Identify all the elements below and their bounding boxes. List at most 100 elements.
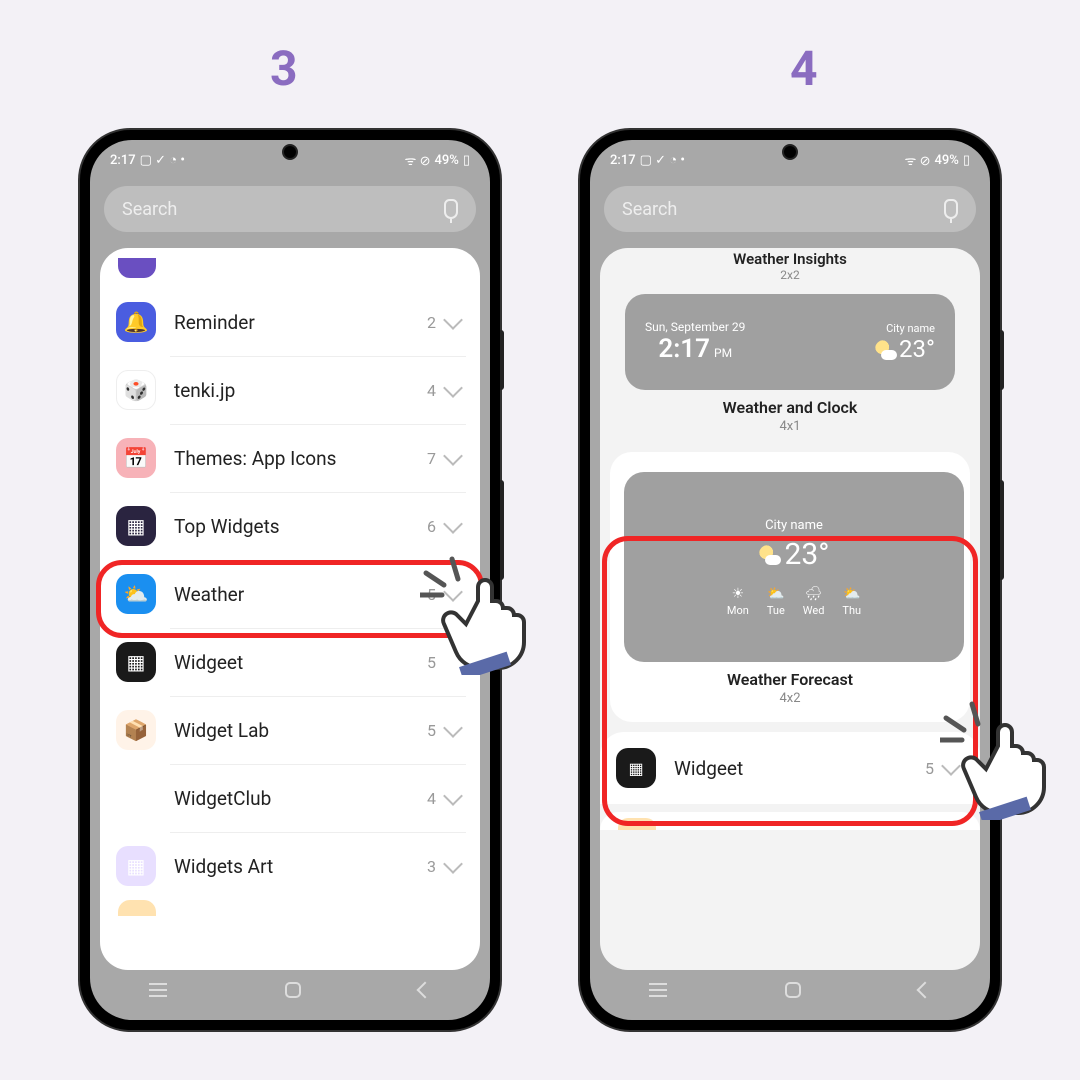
status-signal-icons: ᯤ ⊘ (404, 151, 430, 169)
row-count: 5 (427, 721, 436, 740)
list-item-widgets-art[interactable]: ▦ Widgets Art3 (100, 832, 480, 900)
chevron-down-icon (443, 378, 463, 398)
app-icon: 🔔 (116, 302, 156, 342)
tap-gesture-icon (940, 700, 1060, 820)
widget-preview-clock: Sun, September 29 2:17 PM City name 23° (625, 294, 955, 390)
chevron-down-icon (443, 718, 463, 738)
widget-weather-and-clock[interactable]: Sun, September 29 2:17PM City name 23° W… (600, 282, 980, 448)
mic-icon[interactable] (944, 199, 958, 219)
row-label: tenki.jp (174, 379, 427, 402)
chevron-down-icon (443, 514, 463, 534)
app-icon: ▦ (116, 642, 156, 682)
preview-city: City name (875, 322, 935, 335)
nav-recent-icon[interactable] (149, 989, 167, 991)
preview-ampm: PM (714, 346, 732, 360)
status-battery: 49% (934, 153, 958, 168)
row-label: Widgeet (174, 651, 427, 674)
row-label: Weather (174, 583, 427, 606)
forecast-day: 🌧 Wed (803, 586, 825, 617)
chevron-down-icon (443, 786, 463, 806)
status-time: 2:17 (110, 153, 136, 168)
app-icon: ▦ (116, 778, 156, 818)
widget-size: 4x2 (624, 691, 956, 706)
list-peek-previous (100, 258, 480, 288)
app-icon: ▦ (616, 748, 656, 788)
chevron-down-icon (443, 854, 463, 874)
widget-title: Weather Insights (600, 250, 980, 268)
row-label: Themes: App Icons (174, 447, 427, 470)
preview-temp: 23° (785, 537, 830, 572)
row-count: 4 (427, 381, 436, 400)
list-item-top-widgets[interactable]: ▦Top Widgets6 (100, 492, 480, 560)
widget-peek-insights: Weather Insights 2x2 (600, 248, 980, 282)
widget-title: Weather Forecast (624, 670, 956, 689)
list-peek-next (100, 900, 480, 922)
nav-recent-icon[interactable] (649, 989, 667, 991)
row-label: WidgetClub (174, 787, 427, 810)
widget-preview-forecast: City name 23° ☀Mon⛅Tue🌧Wed⛅Thu (624, 472, 964, 662)
step-number-3: 3 (270, 40, 298, 97)
forecast-day: ⛅ Tue (767, 586, 785, 617)
day-weather-icon: ☀ (727, 586, 749, 602)
day-label: Wed (803, 604, 825, 617)
preview-time: 2:17 (658, 334, 710, 364)
list-item-reminder[interactable]: 🔔 Reminder2 (100, 288, 480, 356)
app-icon: ▦ (116, 846, 156, 886)
row-count: 5 (925, 759, 934, 778)
camera-hole (282, 144, 298, 160)
preview-temp: 23° (899, 335, 935, 363)
nav-back-icon[interactable] (917, 982, 934, 999)
list-item-tenki[interactable]: 🎲 tenki.jp4 (100, 356, 480, 424)
chevron-down-icon (443, 446, 463, 466)
phone-side-button (1000, 480, 1004, 580)
app-icon: 📅 (116, 438, 156, 478)
android-navbar (90, 970, 490, 1010)
day-weather-icon: ⛅ (767, 586, 785, 602)
list-item-themes[interactable]: 📅 Themes: App Icons7 (100, 424, 480, 492)
forecast-day: ☀Mon (727, 586, 749, 617)
search-input[interactable]: Search (104, 186, 476, 232)
phone-side-button (500, 330, 504, 390)
forecast-day: ⛅ Thu (842, 586, 861, 617)
list-peek-next (600, 812, 980, 830)
mic-icon[interactable] (444, 199, 458, 219)
android-navbar (590, 970, 990, 1010)
row-label: Widgets Art (174, 855, 427, 878)
row-count: 4 (427, 789, 436, 808)
nav-home-icon[interactable] (785, 982, 801, 998)
weather-icon (875, 340, 893, 358)
row-label: Reminder (174, 311, 427, 334)
battery-icon: ▯ (463, 153, 470, 168)
list-item-widgetclub[interactable]: ▦ WidgetClub4 (100, 764, 480, 832)
nav-back-icon[interactable] (417, 982, 434, 999)
widget-weather-forecast[interactable]: City name 23° ☀Mon⛅Tue🌧Wed⛅Thu Weather F… (610, 452, 970, 722)
day-weather-icon: ⛅ (842, 586, 861, 602)
list-item-widget-lab[interactable]: 📦 Widget Lab5 (100, 696, 480, 764)
row-label: Widgeet (674, 757, 925, 780)
search-input[interactable]: Search (604, 186, 976, 232)
row-count: 2 (427, 313, 436, 332)
row-count: 6 (427, 517, 436, 536)
app-icon: 🎲 (116, 370, 156, 410)
search-placeholder: Search (622, 199, 677, 220)
screen: 2:17 ▢ ✓ ◔ • ᯤ ⊘ 49% ▯ Search Weather In… (590, 140, 990, 1020)
preview-date: Sun, September 29 (645, 320, 745, 334)
day-label: Thu (842, 604, 861, 617)
chevron-down-icon (443, 310, 463, 330)
row-label: Widget Lab (174, 719, 427, 742)
status-indicator-icons: ▢ ✓ ◔ • (640, 152, 685, 168)
row-count: 7 (427, 449, 436, 468)
search-placeholder: Search (122, 199, 177, 220)
widget-size: 4x1 (618, 419, 962, 434)
phone-frame-step4: 2:17 ▢ ✓ ◔ • ᯤ ⊘ 49% ▯ Search Weather In… (580, 130, 1000, 1030)
row-count: 3 (427, 857, 436, 876)
status-time: 2:17 (610, 153, 636, 168)
list-item-widgeet[interactable]: ▦ Widgeet 5 (600, 732, 980, 804)
nav-home-icon[interactable] (285, 982, 301, 998)
status-battery: 49% (434, 153, 458, 168)
app-icon: 📦 (116, 710, 156, 750)
camera-hole (782, 144, 798, 160)
day-weather-icon: 🌧 (803, 586, 825, 602)
day-label: Tue (767, 604, 785, 617)
widget-size: 2x2 (600, 268, 980, 282)
